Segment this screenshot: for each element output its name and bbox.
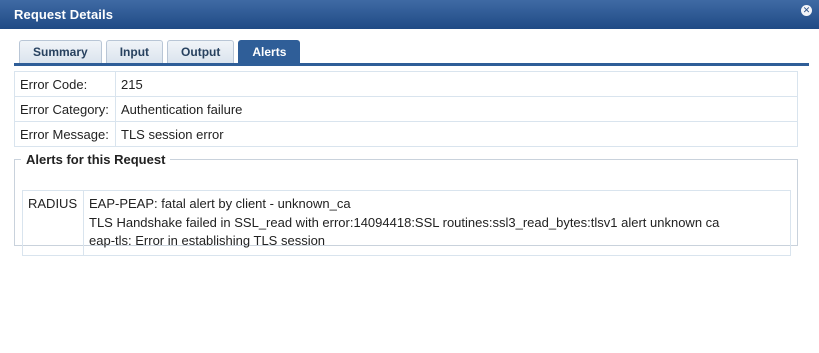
tab-input[interactable]: Input [105,40,164,63]
alert-messages: EAP-PEAP: fatal alert by client - unknow… [83,190,791,256]
tab-underline [14,63,809,66]
alert-message-line: TLS Handshake failed in SSL_read with er… [89,214,720,230]
error-code-value: 215 [115,71,798,97]
error-category-label: Error Category: [14,96,116,122]
error-code-label: Error Code: [14,71,116,97]
error-details-table: Error Code: 215 Error Category: Authenti… [14,71,798,147]
table-row: RADIUS EAP-PEAP: fatal alert by client -… [22,190,791,256]
table-row: Error Message: TLS session error [14,121,798,147]
tab-summary[interactable]: Summary [19,40,102,63]
tab-bar: Summary Input Output Alerts [19,40,301,64]
error-message-label: Error Message: [14,121,116,147]
tab-output[interactable]: Output [167,40,235,63]
error-message-value: TLS session error [115,121,798,147]
dialog-titlebar: Request Details ✕ [0,0,819,29]
dialog-title: Request Details [14,7,114,22]
tab-alerts[interactable]: Alerts [238,40,301,64]
alerts-table: RADIUS EAP-PEAP: fatal alert by client -… [22,190,791,256]
alerts-section-title: Alerts for this Request [26,152,166,167]
table-row: Error Category: Authentication failure [14,96,798,122]
close-icon[interactable]: ✕ [801,5,812,16]
error-category-value: Authentication failure [115,96,798,122]
alert-source: RADIUS [22,190,84,256]
table-row: Error Code: 215 [14,71,798,97]
alerts-section: Alerts for this Request RADIUS EAP-PEAP:… [14,152,798,256]
alert-message-line: eap-tls: Error in establishing TLS sessi… [89,233,326,248]
alert-message-line: EAP-PEAP: fatal alert by client - unknow… [89,196,351,211]
